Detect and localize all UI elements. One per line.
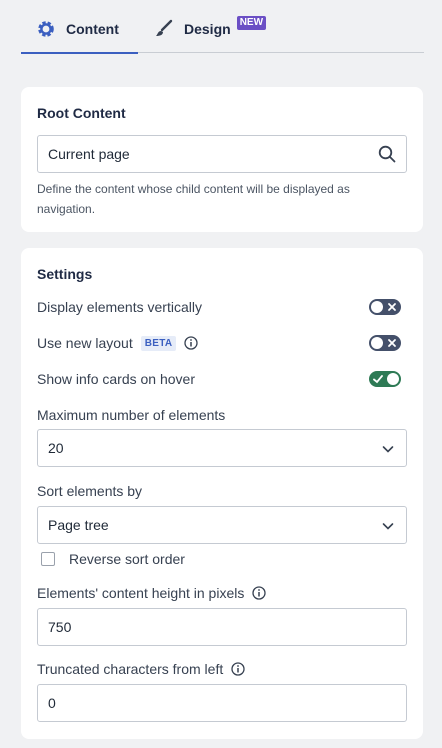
x-icon [388, 339, 396, 347]
content-height-value: 750 [48, 619, 72, 635]
display-vertically-toggle[interactable] [369, 299, 401, 315]
root-content-input[interactable]: Current page [37, 135, 407, 173]
reverse-sort-checkbox[interactable] [41, 552, 55, 566]
content-height-label: Elements' content height in pixels [37, 585, 245, 601]
x-icon [388, 303, 396, 311]
toggle-knob [371, 337, 383, 349]
content-height-input[interactable]: 750 [37, 608, 407, 646]
chevron-down-icon [382, 523, 394, 530]
content-height-row: Elements' content height in pixels [37, 585, 267, 601]
info-icon[interactable] [252, 586, 267, 600]
new-layout-toggle[interactable] [369, 335, 401, 351]
info-cards-toggle[interactable] [369, 371, 401, 387]
info-cards-label: Show info cards on hover [37, 371, 195, 387]
root-content-help: Define the content whose child content w… [37, 182, 350, 216]
toggle-knob [387, 373, 399, 385]
truncated-input[interactable]: 0 [37, 684, 407, 722]
chevron-down-icon [382, 446, 394, 453]
tab-bar: Content Design NEW [0, 0, 442, 54]
reverse-sort-row[interactable]: Reverse sort order [41, 551, 185, 567]
root-content-card: Root Content Current page Define the con… [21, 87, 423, 232]
max-elements-label: Maximum number of elements [37, 407, 226, 423]
settings-title: Settings [37, 266, 93, 282]
tab-content-label: Content [66, 21, 119, 37]
max-elements-value: 20 [48, 440, 64, 456]
settings-card: Settings Display elements vertically Use… [21, 248, 423, 739]
display-vertically-label: Display elements vertically [37, 299, 202, 315]
root-content-value: Current page [48, 146, 130, 162]
tab-content[interactable]: Content [21, 20, 138, 54]
new-layout-row: Use new layout BETA [37, 335, 199, 351]
search-icon[interactable] [378, 145, 396, 163]
new-badge: NEW [236, 16, 267, 30]
root-content-title: Root Content [37, 105, 126, 121]
info-icon[interactable] [231, 662, 245, 676]
toggle-knob [371, 301, 383, 313]
brush-icon [154, 19, 174, 39]
reverse-sort-label: Reverse sort order [69, 551, 185, 567]
new-layout-label: Use new layout [37, 335, 133, 351]
truncated-label: Truncated characters from left [37, 661, 224, 677]
tab-design[interactable]: Design NEW [154, 16, 284, 54]
truncated-row: Truncated characters from left [37, 661, 245, 677]
beta-badge: BETA [140, 335, 177, 351]
sort-label: Sort elements by [37, 483, 143, 499]
check-icon [373, 375, 383, 384]
sort-value: Page tree [48, 517, 109, 533]
sort-select[interactable]: Page tree [37, 506, 407, 544]
tab-design-label: Design [184, 21, 231, 37]
info-icon[interactable] [184, 336, 199, 350]
truncated-value: 0 [48, 695, 56, 711]
max-elements-select[interactable]: 20 [37, 429, 407, 467]
gear-icon [36, 19, 56, 39]
